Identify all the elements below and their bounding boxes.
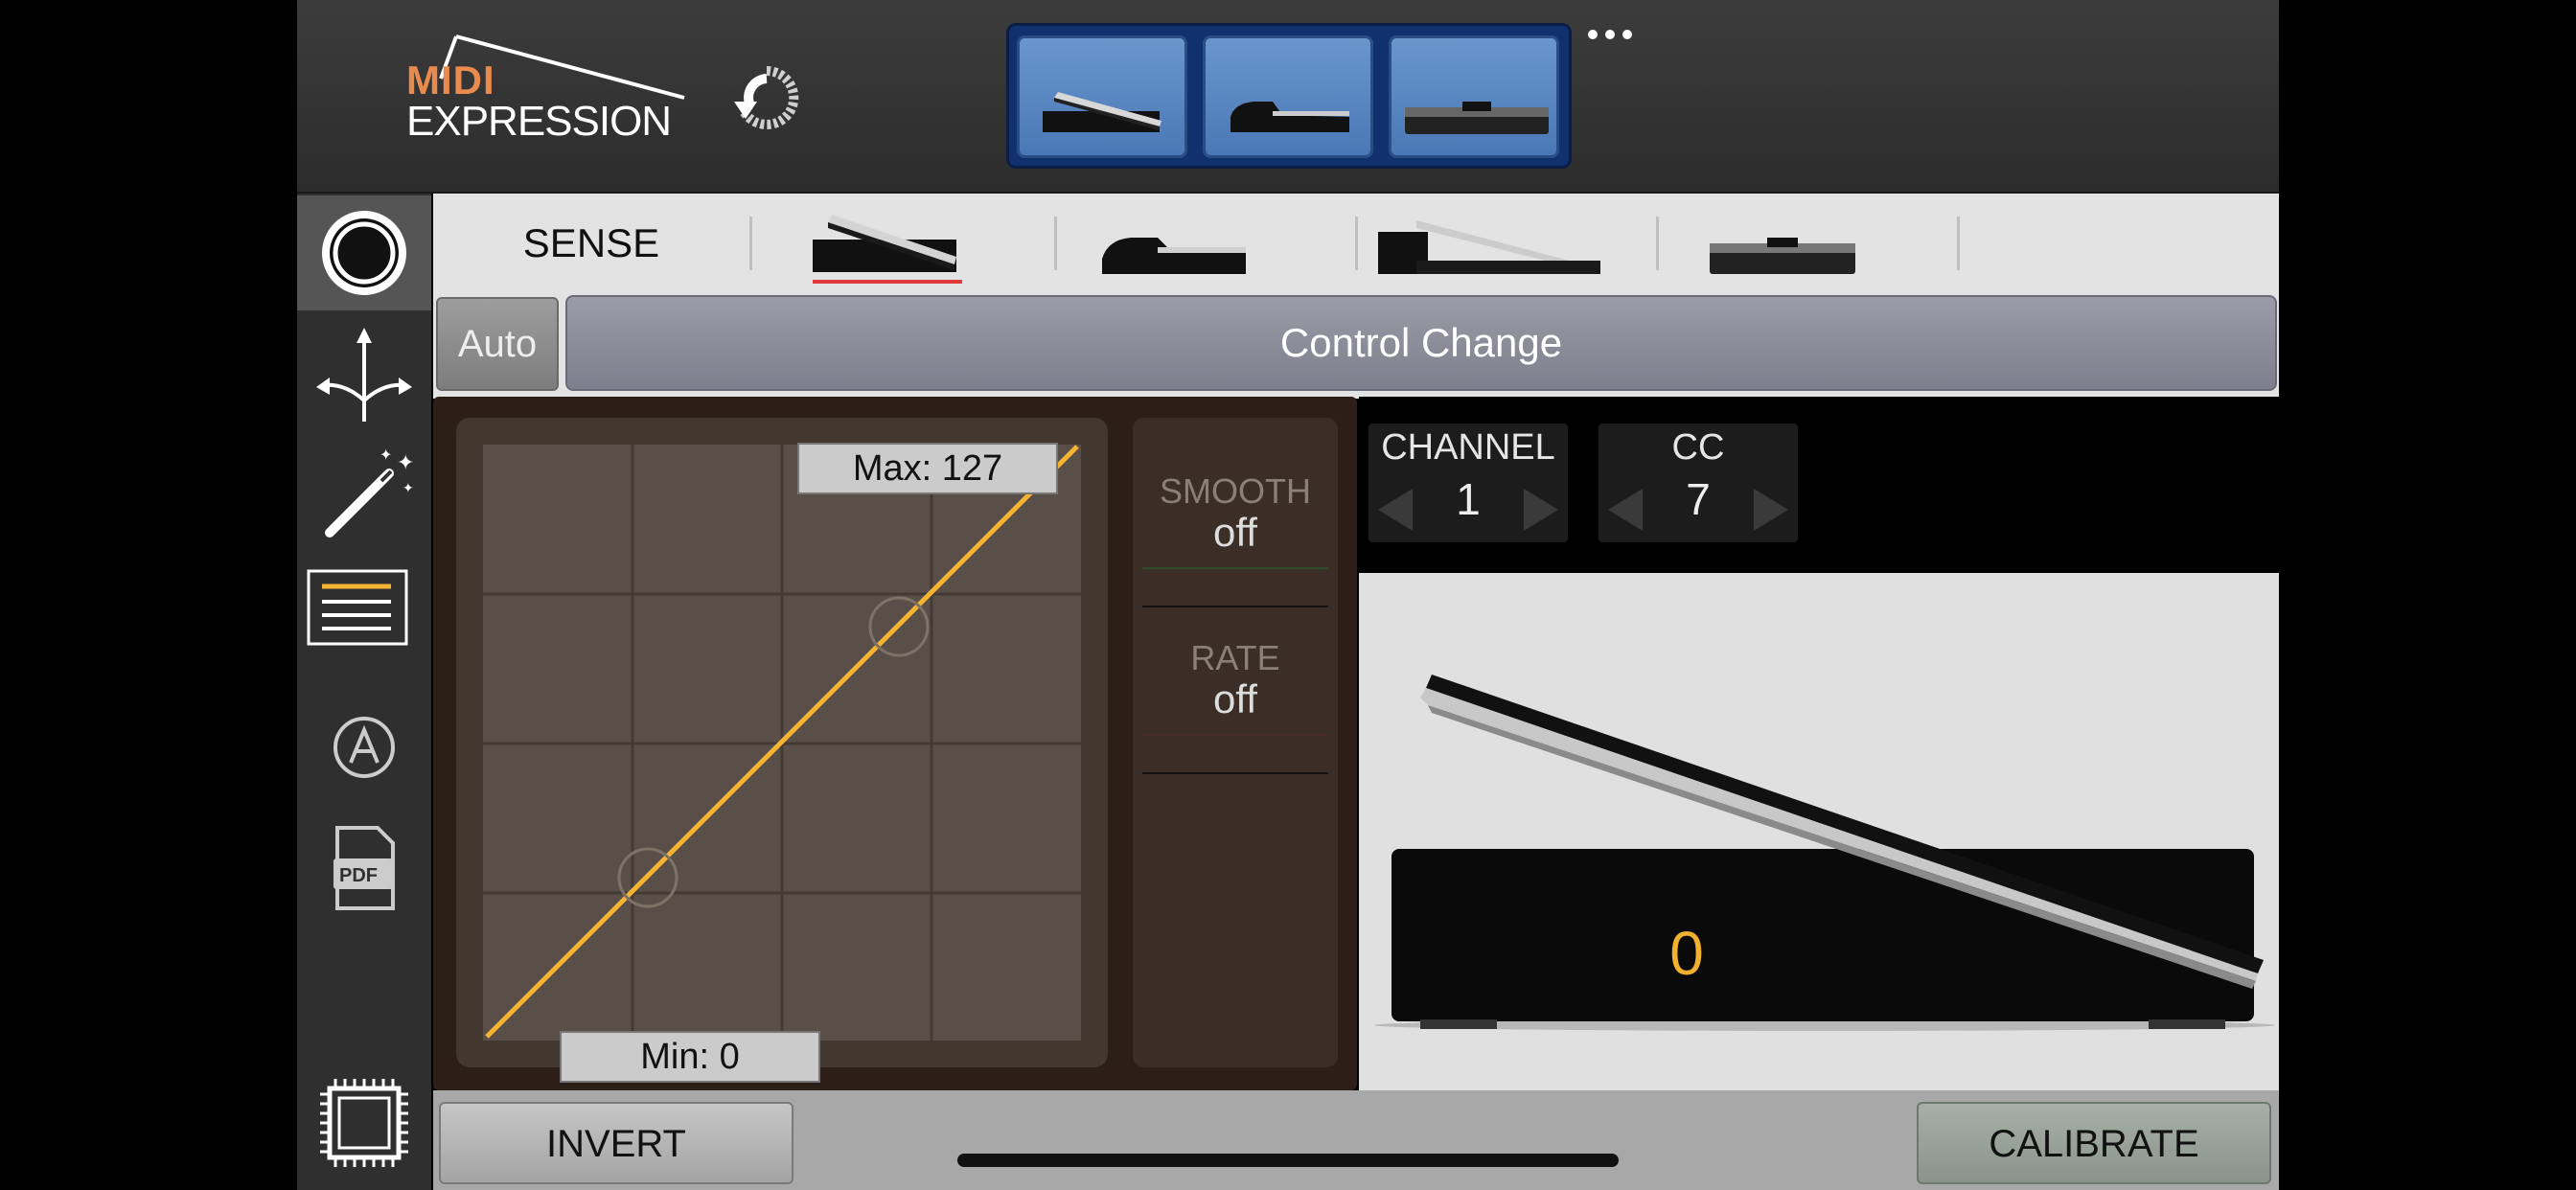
- tab-divider: [1957, 217, 1960, 270]
- sustain-pedal-button[interactable]: [1203, 35, 1373, 158]
- routing-arrows-icon: [316, 328, 412, 422]
- app-window: MIDI EXPRESSION ✦ ✦ ✦ PDF SENSE Auto Con…: [297, 0, 2279, 1190]
- header-bar: MIDI EXPRESSION: [297, 0, 2279, 194]
- tab-expression-pedal[interactable]: [753, 194, 1050, 293]
- cc-title: CC: [1671, 427, 1725, 468]
- tab-divider: [749, 217, 752, 270]
- tab-footswitch[interactable]: [1660, 194, 1957, 293]
- channel-title: CHANNEL: [1381, 427, 1555, 468]
- logo-expression-text: EXPRESSION: [406, 98, 672, 145]
- logo-midi-text: MIDI: [406, 57, 495, 103]
- sidebar-item-pdf[interactable]: PDF: [297, 809, 431, 924]
- sustain-pedal-icon: [1230, 102, 1349, 132]
- curve-editor[interactable]: Max: 127 Min: 0: [456, 418, 1108, 1083]
- tab-divider: [1656, 217, 1659, 270]
- midi-settings: CHANNEL 1 CC 7: [1359, 397, 2279, 573]
- pedal-value: 0: [1669, 919, 1704, 988]
- sense-tabs: SENSE: [433, 194, 2279, 293]
- footswitch-pedal-icon: [1710, 238, 1855, 274]
- more-dots-icon[interactable]: [1581, 21, 1648, 50]
- rate-title: RATE: [1190, 638, 1280, 677]
- tab-sense[interactable]: SENSE: [433, 194, 749, 293]
- sidebar-item-automation[interactable]: [297, 690, 431, 805]
- tab-sustain-pedal[interactable]: [1058, 194, 1355, 293]
- smooth-title: SMOOTH: [1160, 471, 1311, 511]
- channel-stepper: CHANNEL 1: [1368, 423, 1568, 542]
- tab-divider: [1355, 217, 1358, 270]
- switch-pedal-icon: [1405, 102, 1549, 134]
- response-curve-graph: [483, 445, 1081, 1041]
- sustain-pedal-icon: [1102, 238, 1246, 274]
- automation-a-icon: [334, 717, 395, 778]
- max-value-label[interactable]: Max: 127: [797, 443, 1058, 494]
- bottom-bar: INVERT CALIBRATE: [433, 1090, 2279, 1190]
- rate-indicator: [1142, 734, 1328, 736]
- app-logo: MIDI EXPRESSION: [402, 29, 690, 145]
- dual-pedal-icon: [1378, 220, 1600, 274]
- divider: [1142, 772, 1328, 774]
- svg-text:PDF: PDF: [339, 865, 378, 886]
- smoothing-panel: SMOOTH off RATE off: [1133, 418, 1338, 1067]
- min-value-label[interactable]: Min: 0: [560, 1031, 820, 1083]
- pedal-type-switcher: [1006, 23, 1572, 169]
- svg-text:✦: ✦: [402, 481, 414, 496]
- sidebar-item-sense[interactable]: [297, 195, 431, 310]
- channel-increment-arrow-icon[interactable]: [1524, 489, 1558, 531]
- smooth-value[interactable]: off: [1133, 510, 1338, 556]
- sidebar-item-list[interactable]: [297, 558, 431, 673]
- svg-text:✦: ✦: [380, 446, 392, 464]
- tab-divider: [1054, 217, 1057, 270]
- curve-panel: Max: 127 Min: 0 SMOOTH off RATE off: [433, 397, 1357, 1090]
- cc-stepper: CC 7: [1598, 423, 1798, 542]
- chip-icon: [320, 1079, 408, 1167]
- svg-text:✦: ✦: [397, 451, 414, 475]
- divider: [1142, 606, 1328, 607]
- tab-dual-pedal[interactable]: [1359, 194, 1656, 293]
- expression-pedal-button[interactable]: [1017, 35, 1187, 158]
- auto-button[interactable]: Auto: [436, 297, 559, 391]
- home-indicator[interactable]: [957, 1154, 1619, 1167]
- expression-pedal-icon: [1043, 92, 1162, 132]
- sidebar-item-routing[interactable]: [297, 316, 431, 431]
- sync-refresh-icon[interactable]: [728, 59, 805, 136]
- pdf-document-icon: PDF: [334, 826, 395, 910]
- expression-pedal-icon: [813, 215, 962, 284]
- calibrate-button[interactable]: CALIBRATE: [1917, 1102, 2271, 1184]
- invert-button[interactable]: INVERT: [439, 1102, 794, 1184]
- sidebar-item-wand[interactable]: ✦ ✦ ✦: [297, 437, 431, 552]
- magic-wand-icon: ✦ ✦ ✦: [325, 446, 414, 538]
- expression-pedal-image: [1374, 675, 2275, 1031]
- pedal-display[interactable]: 0: [1359, 573, 2279, 1090]
- sidebar: ✦ ✦ ✦ PDF: [297, 194, 431, 1190]
- rate-value[interactable]: off: [1133, 676, 1338, 722]
- cc-increment-arrow-icon[interactable]: [1754, 489, 1788, 531]
- switch-pedal-button[interactable]: [1389, 35, 1559, 158]
- mode-bar: Auto Control Change: [433, 293, 2279, 399]
- sidebar-item-hardware[interactable]: [297, 1065, 431, 1180]
- list-lines-icon: [307, 569, 408, 646]
- record-circle-icon: [322, 211, 406, 295]
- smooth-indicator: [1142, 567, 1328, 569]
- message-type-button[interactable]: Control Change: [565, 295, 2277, 391]
